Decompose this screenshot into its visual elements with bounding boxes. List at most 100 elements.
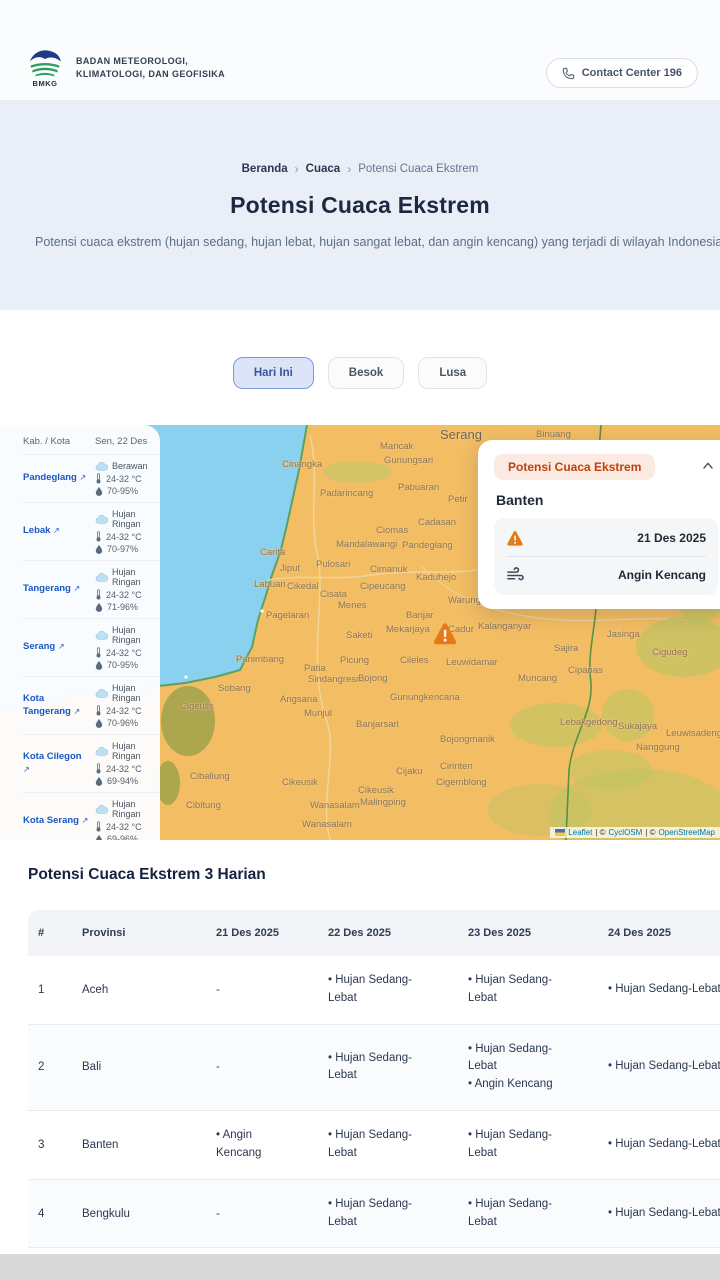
warning-icon — [506, 530, 524, 547]
breadcrumb-separator: › — [295, 162, 299, 176]
sidebar-weather-row: Pandeglang ↗ Berawan 24-32 °C 70-95% — [23, 454, 160, 502]
hazard-item: Hujan Sedang-Lebat — [608, 1058, 720, 1076]
temperature-line: 24-32 °C — [95, 647, 160, 658]
map-place-label: Sukajaya — [618, 721, 657, 732]
tab-hari-ini[interactable]: Hari Ini — [233, 357, 314, 389]
map-place-label: Binuang — [536, 429, 571, 440]
city-weather-info: Berawan 24-32 °C 70-95% — [95, 461, 160, 496]
map-place-label: Cadasan — [418, 517, 456, 528]
external-link-icon: ↗ — [53, 526, 60, 535]
hazard-list: Hujan Sedang-Lebat — [468, 1196, 574, 1232]
cyclosm-link[interactable]: CyclOSM — [609, 828, 643, 837]
collapse-popup-button[interactable] — [698, 456, 718, 479]
province-cell: Bali — [72, 1024, 206, 1110]
external-link-icon: ↗ — [82, 816, 89, 825]
map-place-label: Pagelaran — [266, 610, 309, 621]
map-place-label: Wanasalam — [310, 800, 360, 811]
tab-besok[interactable]: Besok — [328, 357, 405, 389]
thermometer-icon — [95, 473, 102, 484]
humidity-line: 70-95% — [95, 486, 160, 496]
hazard-item: Angin Kencang — [468, 1076, 574, 1094]
sidebar-weather-list: Pandeglang ↗ Berawan 24-32 °C 70-95% — [23, 454, 160, 840]
city-link[interactable]: Serang ↗ — [23, 641, 95, 653]
sidebar-weather-row: Tangerang ↗ Hujan Ringan 24-32 °C 71-9 — [23, 560, 160, 618]
city-link[interactable]: Kota Serang ↗ — [23, 815, 95, 827]
openstreetmap-link[interactable]: OpenStreetMap — [659, 828, 715, 837]
forecast-cell: Hujan Sedang-Lebat — [458, 1179, 598, 1248]
breadcrumb-item[interactable]: Beranda — [242, 163, 288, 175]
brand[interactable]: BMKG BADAN METEOROLOGI, KLIMATOLOGI, DAN… — [24, 48, 225, 88]
condition-line: Hujan Ringan — [95, 567, 160, 587]
map-place-label: Cigudeg — [652, 647, 687, 658]
map-place-label: Cijaku — [396, 766, 422, 777]
hazard-list: Hujan Sedang-Lebat — [608, 1205, 720, 1223]
map-place-label: Cipeucang — [360, 581, 405, 592]
extreme-weather-popup: Potensi Cuaca Ekstrem Banten 21 Des 2025 — [478, 440, 720, 609]
hazard-item: Angin Kencang — [216, 1127, 294, 1163]
city-link[interactable]: Tangerang ↗ — [23, 583, 95, 595]
sidebar-weather-row: Kota Serang ↗ Hujan Ringan 24-32 °C 69 — [23, 792, 160, 840]
forecast-cell: Hujan Sedang-Lebat — [318, 1024, 458, 1110]
sidebar-weather-row: Kota Tangerang ↗ Hujan Ringan 24-32 °C — [23, 676, 160, 734]
table-header-cell: 24 Des 2025 — [598, 910, 720, 956]
condition-line: Hujan Ringan — [95, 799, 160, 819]
external-link-icon: ↗ — [58, 642, 65, 651]
breadcrumb-item[interactable]: Cuaca — [306, 163, 341, 175]
condition-line: Hujan Ringan — [95, 625, 160, 645]
forecast-cell: Hujan Sedang-Lebat — [598, 1111, 720, 1180]
humidity-line: 69-94% — [95, 776, 160, 786]
city-link[interactable]: Pandeglang ↗ — [23, 472, 95, 484]
humidity-line: 70-97% — [95, 544, 160, 554]
wind-icon — [506, 567, 525, 583]
popup-hazard-row: Angin Kencang — [506, 557, 706, 593]
three-day-section: Potensi Cuaca Ekstrem 3 Harian #Provinsi… — [28, 866, 720, 1248]
map-place-label: Panimbang — [236, 654, 284, 665]
map-place-label: Munjul — [304, 708, 332, 719]
hazard-item: Hujan Sedang-Lebat — [468, 1196, 574, 1232]
thermometer-icon — [95, 531, 102, 542]
province-cell: Bengkulu — [72, 1179, 206, 1248]
contact-center-button[interactable]: Contact Center 196 — [546, 58, 698, 88]
map-place-label: Cikeusik — [282, 777, 318, 788]
map-place-label: Cibaliung — [190, 771, 230, 782]
popup-header: Potensi Cuaca Ekstrem — [494, 454, 718, 480]
map-place-label: Mandalawangi — [336, 539, 397, 550]
warning-marker[interactable] — [432, 622, 458, 651]
hazard-list: Angin Kencang — [216, 1127, 294, 1163]
tab-lusa[interactable]: Lusa — [418, 357, 487, 389]
map-place-label: Saketi — [346, 630, 372, 641]
leaflet-link[interactable]: Leaflet — [568, 828, 592, 837]
hazard-item: Hujan Sedang-Lebat — [608, 1205, 720, 1223]
map-place-label: Petir — [448, 494, 468, 505]
droplet-icon — [95, 486, 103, 496]
city-link[interactable]: Lebak ↗ — [23, 525, 95, 537]
table-row: 2Bali-Hujan Sedang-LebatHujan Sedang-Leb… — [28, 1024, 720, 1110]
hazard-list: Hujan Sedang-Lebat — [468, 1127, 574, 1163]
map-place-label: Gunungsari — [384, 455, 433, 466]
bmkg-logo: BMKG — [24, 48, 66, 88]
map-place-label: Patia — [304, 663, 326, 674]
forecast-cell: Hujan Sedang-Lebat — [458, 1111, 598, 1180]
temperature-line: 24-32 °C — [95, 531, 160, 542]
cloud-icon — [95, 631, 108, 640]
brand-name: BADAN METEOROLOGI, KLIMATOLOGI, DAN GEOF… — [76, 55, 225, 82]
ukraine-flag-icon — [555, 829, 565, 836]
map-place-label: Leuwidamar — [446, 657, 498, 668]
map-place-label: Cibitung — [186, 800, 221, 811]
city-link[interactable]: Kota Tangerang ↗ — [23, 693, 95, 718]
popup-date: 21 Des 2025 — [637, 531, 706, 545]
map-place-label: Wanasalam — [302, 819, 352, 830]
map-place-label: Malingping — [360, 797, 406, 808]
map-attribution: Leaflet | © CyclOSM | © OpenStreetMap — [550, 827, 720, 838]
cloud-icon — [95, 573, 108, 582]
map-canvas[interactable]: SerangBinuangMancakGunungsariCinangkaPab… — [0, 425, 720, 840]
map-place-label: Nanggung — [636, 742, 680, 753]
hazard-item: Hujan Sedang-Lebat — [328, 1196, 434, 1232]
thermometer-icon — [95, 647, 102, 658]
map-place-label: Mekarjaya — [386, 624, 430, 635]
city-link[interactable]: Kota Cilegon ↗ — [23, 751, 95, 776]
attrib-sep2: | © — [645, 828, 655, 837]
map-place-label: Banjar — [406, 610, 433, 621]
map-place-label: Jasinga — [607, 629, 640, 640]
empty-value: - — [216, 1061, 220, 1073]
